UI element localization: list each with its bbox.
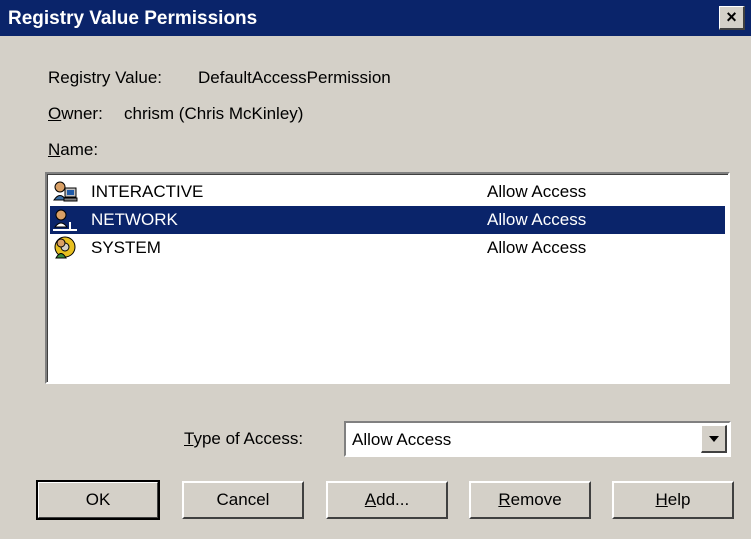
interactive-users-icon [53,181,78,202]
ok-button[interactable]: OK [36,480,160,520]
chevron-down-icon [708,435,719,442]
list-item-system[interactable]: SYSTEM Allow Access [50,234,725,262]
access-value: Allow Access [487,238,587,257]
window-title: Registry Value Permissions [8,8,258,29]
add-button[interactable]: Add... [326,481,448,519]
help-button-label: Help [655,490,691,509]
system-users-icon [54,236,76,259]
access-value: Allow Access [487,182,587,201]
registry-value: DefaultAccessPermission [198,68,391,87]
owner-value: chrism (Chris McKinley) [124,104,304,123]
user-name: INTERACTIVE [91,182,204,201]
list-item-interactive[interactable]: INTERACTIVE Allow Access [50,178,725,206]
cancel-button-label: Cancel [216,490,270,509]
help-button[interactable]: Help [612,481,734,519]
type-of-access-label: Type of Access: [184,429,304,448]
list-item-network[interactable]: NETWORK Allow Access [50,206,725,234]
close-button[interactable]: × [719,6,745,30]
name-label: Name: [48,140,99,159]
close-icon: × [726,7,737,27]
ok-button-label: OK [85,490,111,509]
add-button-label: Add... [364,490,410,509]
user-name: SYSTEM [91,238,161,257]
title-bar[interactable]: Registry Value Permissions × [0,0,751,36]
owner-label: Owner: [48,104,103,123]
remove-button-label: Remove [498,490,562,509]
type-of-access-dropdown[interactable]: Allow Access [344,421,731,457]
registry-value-label: Registry Value: [48,68,163,87]
type-of-access-value: Allow Access [352,430,452,449]
remove-button[interactable]: Remove [469,481,591,519]
cancel-button[interactable]: Cancel [182,481,304,519]
permissions-list[interactable]: INTERACTIVE Allow Access NETWORK Allow A… [45,172,730,384]
dropdown-arrow-button[interactable] [701,425,727,453]
network-users-icon [53,209,77,231]
access-value: Allow Access [487,210,587,229]
user-name: NETWORK [91,210,178,229]
